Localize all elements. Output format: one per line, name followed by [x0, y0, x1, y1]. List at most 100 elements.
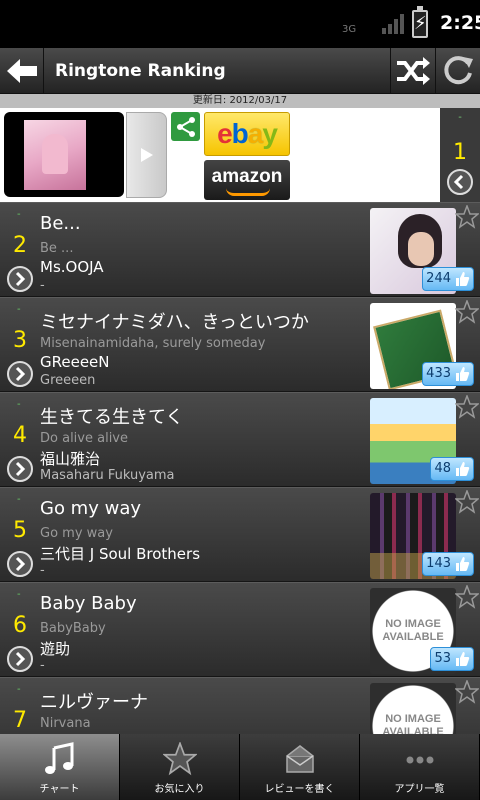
artist-name: Ms.OOJA: [40, 258, 104, 276]
rank-change: -: [17, 494, 21, 505]
refresh-button[interactable]: [435, 48, 480, 94]
favorite-star-icon[interactable]: [455, 205, 479, 229]
artist-name: GReeeeN: [40, 353, 110, 371]
rank-number: 6: [13, 613, 27, 638]
favorite-star-icon[interactable]: [455, 395, 479, 419]
artist-name: 福山雅治: [40, 450, 101, 468]
amazon-smile-icon: [226, 188, 270, 196]
likes-count: 53: [434, 651, 451, 666]
shuffle-button[interactable]: [390, 48, 435, 94]
tab-write-review[interactable]: レビューを書く: [240, 734, 360, 800]
rank-number: 3: [13, 328, 27, 353]
rank-number: 1: [453, 140, 467, 165]
envelope-icon: [285, 745, 314, 773]
tab-chart[interactable]: チャート: [0, 734, 120, 800]
song-title-reading: Do alive alive: [40, 431, 128, 446]
more-dots-icon: [406, 756, 433, 764]
ranking-row[interactable]: - 4 生きてる生きてく Do alive alive 福山雅治 Masahar…: [0, 392, 480, 487]
back-arrow-icon: [6, 59, 37, 83]
rank-change: -: [17, 399, 21, 410]
cover-image: [24, 120, 86, 190]
tab-label: お気に入り: [154, 784, 205, 795]
rank-change: -: [458, 112, 462, 123]
song-title: 生きてる生きてく: [40, 407, 184, 428]
featured-ranking-item[interactable]: ebay amazon - 1: [0, 108, 480, 202]
more-chevron-icon[interactable]: [7, 646, 33, 672]
network-type: 3G: [342, 24, 357, 35]
ebay-logo-a: a: [247, 118, 264, 149]
more-chevron-icon[interactable]: [7, 456, 33, 482]
likes-count: 143: [426, 556, 451, 571]
refresh-icon: [444, 56, 473, 85]
likes-badge[interactable]: 244: [422, 267, 474, 291]
ebay-logo-e: e: [217, 118, 233, 149]
song-title: ミセナイナミダハ、きっといつか: [40, 312, 309, 333]
rank-number: 5: [13, 518, 27, 543]
no-image-label: NO IMAGE: [385, 713, 441, 725]
share-button[interactable]: [171, 112, 200, 141]
thumbs-up-icon: [456, 367, 470, 381]
app-root: 3G ⚡ 2:25 Ringtone Ranking: [0, 0, 480, 800]
thumbs-up-icon: [456, 652, 470, 666]
more-chevron-icon[interactable]: [7, 361, 33, 387]
bottom-tab-bar: チャート お気に入り レビューを書く アプリ一覧: [0, 734, 480, 800]
song-title-reading: Go my way: [40, 526, 113, 541]
featured-cover-art: [4, 112, 124, 197]
rank-change: -: [17, 209, 21, 220]
rank-number: 2: [13, 233, 27, 258]
likes-count: 48: [434, 461, 451, 476]
song-title: Baby Baby: [40, 593, 137, 614]
likes-badge[interactable]: 433: [422, 362, 474, 386]
ebay-logo-y: y: [262, 118, 278, 149]
status-clock: 2:25: [440, 12, 480, 34]
favorite-star-icon[interactable]: [455, 490, 479, 514]
status-bar: 3G ⚡ 2:25: [0, 0, 480, 48]
rank-change: -: [17, 684, 21, 695]
no-image-label: NO IMAGE: [385, 618, 441, 630]
likes-count: 433: [426, 366, 451, 381]
rank-change: -: [17, 304, 21, 315]
artist-reading: -: [40, 658, 45, 673]
thumbs-up-icon: [456, 462, 470, 476]
page-title: Ringtone Ranking: [55, 61, 226, 81]
ranking-row[interactable]: - 3 ミセナイナミダハ、きっといつか Misenainamidaha, sur…: [0, 297, 480, 392]
star-icon: [162, 742, 197, 776]
likes-badge[interactable]: 48: [430, 457, 474, 481]
artist-name: 三代目 J Soul Brothers: [40, 545, 201, 563]
song-title: Be...: [40, 213, 81, 234]
collapse-chevron-icon[interactable]: [447, 169, 473, 195]
rank-number: 4: [13, 423, 27, 448]
thumbs-up-icon: [456, 272, 470, 286]
featured-rank-box: - 1: [440, 108, 480, 202]
battery-icon: ⚡: [412, 6, 428, 38]
back-button[interactable]: [0, 48, 44, 94]
tab-favorites[interactable]: お気に入り: [120, 734, 240, 800]
artist-reading: Greeeen: [40, 373, 96, 388]
more-chevron-icon[interactable]: [7, 266, 33, 292]
song-title-reading: Be ...: [40, 241, 74, 256]
rank-change: -: [17, 589, 21, 600]
song-title: ニルヴァーナ: [40, 692, 148, 713]
ebay-button[interactable]: ebay: [204, 112, 290, 156]
share-icon: [176, 116, 195, 137]
action-bar: Ringtone Ranking: [0, 48, 480, 94]
favorite-star-icon[interactable]: [455, 585, 479, 609]
updated-date: 更新日: 2012/03/17: [0, 94, 480, 108]
tab-label: アプリ一覧: [394, 784, 445, 795]
likes-badge[interactable]: 143: [422, 552, 474, 576]
likes-badge[interactable]: 53: [430, 647, 474, 671]
amazon-button[interactable]: amazon: [204, 160, 290, 200]
favorite-star-icon[interactable]: [455, 680, 479, 704]
ranking-row[interactable]: - 5 Go my way Go my way 三代目 J Soul Broth…: [0, 487, 480, 582]
ranking-row[interactable]: - 6 Baby Baby BabyBaby 遊助 - NO IMAGE AVA…: [0, 582, 480, 677]
music-note-icon: [44, 742, 73, 774]
play-preview-button[interactable]: [126, 112, 167, 198]
ranking-row[interactable]: - 2 Be... Be ... Ms.OOJA - 244: [0, 202, 480, 297]
more-chevron-icon[interactable]: [7, 551, 33, 577]
shuffle-icon: [397, 57, 430, 85]
ebay-logo-b: b: [231, 118, 249, 149]
favorite-star-icon[interactable]: [455, 300, 479, 324]
tab-app-list[interactable]: アプリ一覧: [360, 734, 480, 800]
tab-label: レビューを書く: [264, 784, 335, 795]
thumbs-up-icon: [456, 557, 470, 571]
